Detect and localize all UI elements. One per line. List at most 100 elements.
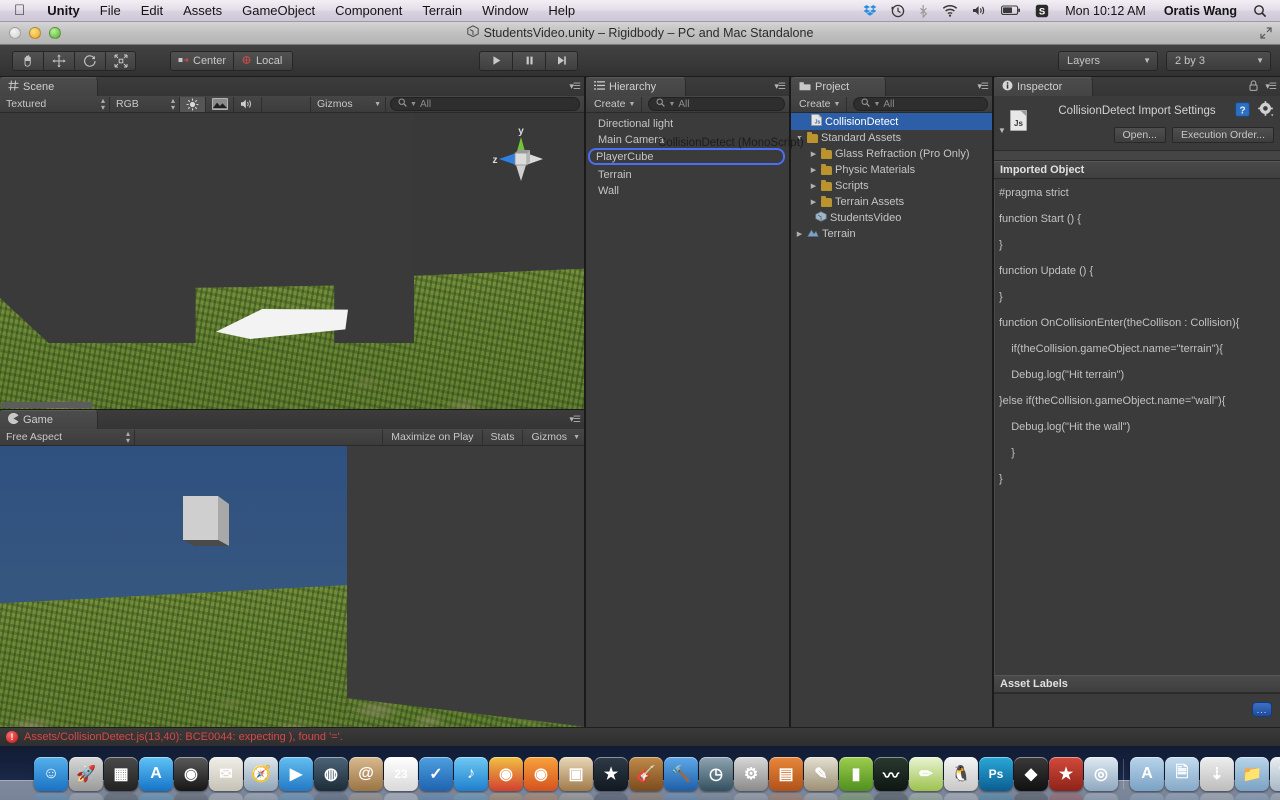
menu-window[interactable]: Window xyxy=(472,0,538,21)
layout-dropdown[interactable]: 2 by 3 ▼ xyxy=(1166,50,1271,71)
asset-labels-button[interactable]: ... xyxy=(1252,702,1272,717)
hand-tool-button[interactable] xyxy=(12,50,43,71)
snagit-icon[interactable]: S xyxy=(1028,4,1056,18)
hierarchy-item-terrain[interactable]: Terrain xyxy=(586,167,789,183)
scene-gizmos-dropdown[interactable]: Gizmos ▼ xyxy=(310,96,386,112)
scale-tool-button[interactable] xyxy=(105,50,136,71)
scene-search-input[interactable]: ▼ All xyxy=(390,97,580,111)
search-icon[interactable] xyxy=(1246,4,1274,18)
hierarchy-item-directional-light[interactable]: Directional light xyxy=(586,116,789,132)
gear-icon[interactable] xyxy=(1258,101,1274,122)
scene-view-gizmo[interactable]: y z xyxy=(486,123,556,197)
stats-toggle[interactable]: Stats xyxy=(483,429,524,445)
launchpad-icon[interactable]: 🚀 xyxy=(69,757,103,800)
menu-edit[interactable]: Edit xyxy=(131,0,173,21)
itunes-icon[interactable]: ♪ xyxy=(454,757,488,800)
safari-icon[interactable]: 🧭 xyxy=(244,757,278,800)
menu-file[interactable]: File xyxy=(90,0,131,21)
scene-drawmode-dropdown[interactable]: Textured ▴ ▾ xyxy=(0,96,110,112)
menu-assets[interactable]: Assets xyxy=(173,0,232,21)
hierarchy-item-wall[interactable]: Wall xyxy=(586,183,789,199)
timemachine-icon[interactable] xyxy=(884,4,912,18)
chrome-icon[interactable]: ◉ xyxy=(489,757,523,800)
menu-unity[interactable]: Unity xyxy=(37,0,90,21)
project-item-collisiondetect[interactable]: Js CollisionDetect xyxy=(791,113,992,130)
lock-icon[interactable] xyxy=(1249,80,1258,94)
tab-hierarchy[interactable]: Hierarchy xyxy=(586,77,686,96)
project-item-glass-refraction[interactable]: ▶ Glass Refraction (Pro Only) xyxy=(791,146,992,162)
wifi-icon[interactable] xyxy=(935,4,965,17)
game-aspect-dropdown[interactable]: Free Aspect ▴ ▾ xyxy=(0,429,135,445)
project-create-button[interactable]: Create ▼ xyxy=(793,96,848,112)
game-gizmos-dropdown[interactable]: Gizmos ▼ xyxy=(523,430,584,445)
firefox-icon[interactable]: ◉ xyxy=(524,757,558,800)
fullscreen-icon[interactable] xyxy=(1260,27,1272,42)
project-item-scripts[interactable]: ▶ Scripts xyxy=(791,178,992,194)
dictionary-icon[interactable]: ★ xyxy=(1049,757,1083,800)
contacts-icon[interactable]: @ xyxy=(349,757,383,800)
help-icon[interactable]: ? xyxy=(1235,102,1250,122)
system-preferences-icon[interactable]: ⚙ xyxy=(734,757,768,800)
pivot-rotation-button[interactable]: Local xyxy=(233,50,294,71)
chevron-right-icon[interactable]: ▶ xyxy=(809,166,818,174)
finder-icon[interactable]: ☺ xyxy=(34,757,68,800)
documents-stack-icon[interactable]: 🗎 xyxy=(1165,757,1199,800)
calendar-icon[interactable]: 23 xyxy=(384,757,418,800)
inspector-panel-menu-icon[interactable]: ▾☰ xyxy=(1265,81,1277,92)
pause-button[interactable] xyxy=(512,50,546,71)
project-panel-menu-icon[interactable]: ▾☰ xyxy=(977,81,989,92)
pages-icon[interactable]: ✎ xyxy=(804,757,838,800)
chevron-down-icon[interactable]: ▼ xyxy=(998,126,1006,135)
wechat-icon[interactable]: ◎ xyxy=(1084,757,1118,800)
lighting-toggle[interactable] xyxy=(180,96,206,112)
scene-panel-menu-icon[interactable]: ▾☰ xyxy=(569,81,581,92)
game-panel-menu-icon[interactable]: ▾☰ xyxy=(569,414,581,425)
chevron-right-icon[interactable]: ▶ xyxy=(809,150,818,158)
tab-inspector[interactable]: Inspector xyxy=(994,77,1093,96)
activity-monitor-icon[interactable]: 〰 xyxy=(874,757,908,800)
trash-icon[interactable]: 🗑 xyxy=(1270,757,1280,800)
keynote-icon[interactable]: ▤ xyxy=(769,757,803,800)
step-button[interactable] xyxy=(545,50,579,71)
menu-terrain[interactable]: Terrain xyxy=(412,0,472,21)
execution-order-button[interactable]: Execution Order... xyxy=(1171,127,1274,143)
notes-icon[interactable]: ✏ xyxy=(909,757,943,800)
chevron-right-icon[interactable]: ▶ xyxy=(809,198,818,206)
project-item-terrain-assets[interactable]: ▶ Terrain Assets xyxy=(791,194,992,210)
app-store-icon[interactable]: A xyxy=(139,757,173,800)
preview-icon[interactable]: ▣ xyxy=(559,757,593,800)
dashboard-icon[interactable]: ◉ xyxy=(174,757,208,800)
project-item-physic-materials[interactable]: ▶ Physic Materials xyxy=(791,162,992,178)
tab-project[interactable]: Project xyxy=(791,77,886,96)
volume-icon[interactable] xyxy=(965,4,994,17)
menu-component[interactable]: Component xyxy=(325,0,412,21)
tab-game[interactable]: Game xyxy=(0,410,98,429)
project-item-terrain[interactable]: ▶ Terrain xyxy=(791,226,992,242)
photoshop-icon[interactable]: Ps xyxy=(979,757,1013,800)
scene-rendermode-dropdown[interactable]: RGB ▴ ▾ xyxy=(110,96,180,112)
timemachine-icon[interactable]: ◷ xyxy=(699,757,733,800)
scene-viewport[interactable]: y z xyxy=(0,113,584,409)
fx-toggle[interactable] xyxy=(206,96,234,112)
play-button[interactable] xyxy=(479,50,513,71)
hierarchy-item-main-camera[interactable]: Main Camera xyxy=(586,132,789,148)
imported-object-code-view[interactable]: #pragma strict function Start () { } fun… xyxy=(994,180,1280,675)
garageband-icon[interactable]: 🎸 xyxy=(629,757,663,800)
layers-dropdown[interactable]: Layers ▼ xyxy=(1058,50,1158,71)
hierarchy-create-button[interactable]: Create ▼ xyxy=(588,96,643,112)
project-item-standard-assets[interactable]: ▼ Standard Assets xyxy=(791,130,992,146)
project-item-studentsvideo[interactable]: StudentsVideo xyxy=(791,210,992,226)
dropbox-icon[interactable] xyxy=(856,4,884,18)
rotate-tool-button[interactable] xyxy=(74,50,105,71)
hierarchy-search-input[interactable]: ▼ All xyxy=(648,97,785,111)
numbers-icon[interactable]: ▮ xyxy=(839,757,873,800)
chevron-right-icon[interactable]: ▶ xyxy=(809,182,818,190)
hierarchy-panel-menu-icon[interactable]: ▾☰ xyxy=(774,81,786,92)
apple-menu-icon[interactable]:  xyxy=(0,1,37,21)
scene-horizontal-scrollbar[interactable] xyxy=(1,402,93,408)
imovie-icon[interactable]: ★ xyxy=(594,757,628,800)
facetime-icon[interactable]: ▶ xyxy=(279,757,313,800)
downloads-stack-icon[interactable]: ⇣ xyxy=(1200,757,1234,800)
qq-icon[interactable]: 🐧 xyxy=(944,757,978,800)
open-button[interactable]: Open... xyxy=(1113,127,1166,143)
